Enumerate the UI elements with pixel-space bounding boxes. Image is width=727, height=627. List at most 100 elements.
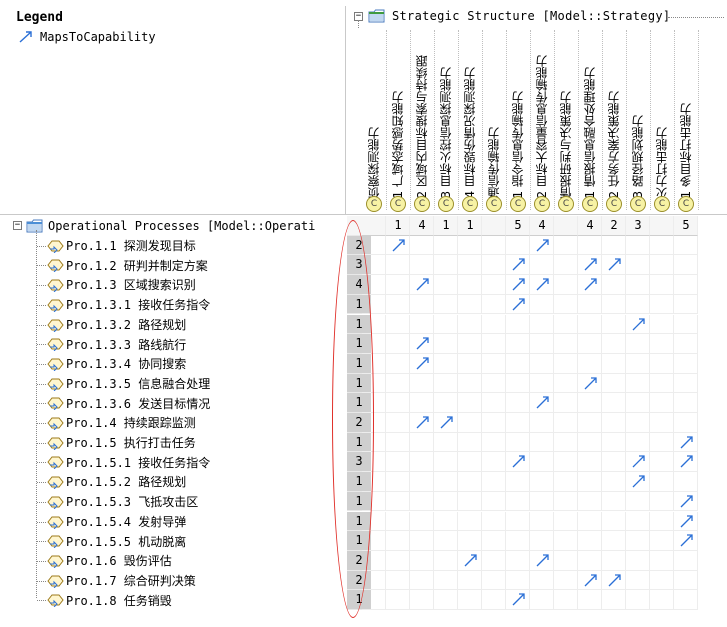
column-header-9[interactable]: 3 情报研判与决策能力 (554, 30, 579, 210)
matrix-cell[interactable] (362, 314, 386, 335)
matrix-cell[interactable] (482, 294, 506, 315)
matrix-cell[interactable] (578, 373, 602, 394)
matrix-cell[interactable] (530, 590, 554, 610)
matrix-cell[interactable] (434, 432, 458, 453)
matrix-cell[interactable] (362, 472, 386, 492)
matrix-cell[interactable] (626, 550, 650, 571)
matrix-cell[interactable] (458, 275, 482, 295)
matrix-cell[interactable] (434, 452, 458, 473)
matrix-cell[interactable] (458, 334, 482, 354)
matrix-cell[interactable] (386, 550, 410, 571)
matrix-cell[interactable] (578, 432, 602, 453)
matrix-cell[interactable] (434, 511, 458, 532)
matrix-cell[interactable] (458, 353, 482, 374)
matrix-cell[interactable] (458, 314, 482, 335)
table-row[interactable]: Pro.1.3.6 发送目标情况 1 (0, 393, 721, 413)
matrix-cell[interactable] (458, 491, 482, 512)
column-header-4[interactable]: 1.3 目标火控信息探测能力 (434, 30, 459, 210)
matrix-cell[interactable] (410, 511, 434, 532)
matrix-cell[interactable] (602, 570, 626, 591)
matrix-cell[interactable] (458, 452, 482, 473)
matrix-cell[interactable] (602, 472, 626, 492)
matrix-cell[interactable] (482, 373, 506, 394)
matrix-cell[interactable] (506, 334, 530, 354)
matrix-cell[interactable] (602, 275, 626, 295)
matrix-cell[interactable] (506, 472, 530, 492)
matrix-cell[interactable] (386, 275, 410, 295)
matrix-cell[interactable] (530, 255, 554, 276)
matrix-cell[interactable] (386, 334, 410, 354)
matrix-cell[interactable] (554, 570, 578, 591)
matrix-cell[interactable] (386, 452, 410, 473)
matrix-cell[interactable] (482, 275, 506, 295)
matrix-cell[interactable] (650, 255, 674, 276)
matrix-cell[interactable] (434, 334, 458, 354)
matrix-cell[interactable] (506, 373, 530, 394)
matrix-cell[interactable] (530, 491, 554, 512)
matrix-cell[interactable] (482, 590, 506, 610)
column-header-2[interactable]: 1.1 广域态势感知能力 (386, 30, 411, 210)
matrix-cell[interactable] (626, 531, 650, 551)
matrix-cell[interactable] (386, 255, 410, 276)
matrix-cell[interactable] (410, 314, 434, 335)
matrix-cell[interactable] (650, 294, 674, 315)
table-row[interactable]: Pro.1.5 执行打击任务 1 (0, 432, 721, 453)
matrix-cell[interactable] (650, 275, 674, 295)
matrix-cell[interactable] (650, 511, 674, 532)
matrix-cell[interactable] (386, 235, 410, 256)
matrix-cell[interactable] (482, 393, 506, 413)
matrix-cell[interactable] (410, 413, 434, 433)
matrix-cell[interactable] (602, 550, 626, 571)
matrix-cell[interactable] (410, 334, 434, 354)
matrix-cell[interactable] (434, 491, 458, 512)
matrix-cell[interactable] (458, 393, 482, 413)
row-collapse-toggle[interactable]: − (13, 221, 22, 230)
matrix-cell[interactable] (386, 590, 410, 610)
matrix-cell[interactable] (602, 491, 626, 512)
matrix-cell[interactable] (362, 393, 386, 413)
matrix-cell[interactable] (506, 255, 530, 276)
matrix-cell[interactable] (530, 334, 554, 354)
matrix-cell[interactable] (674, 353, 698, 374)
matrix-cell[interactable] (482, 353, 506, 374)
matrix-cell[interactable] (434, 353, 458, 374)
matrix-cell[interactable] (602, 353, 626, 374)
matrix-cell[interactable] (458, 570, 482, 591)
column-tree-root[interactable]: − Strategic Structure [Model::Strategy] (346, 6, 727, 28)
matrix-cell[interactable] (554, 334, 578, 354)
matrix-cell[interactable] (482, 432, 506, 453)
matrix-cell[interactable] (602, 590, 626, 610)
matrix-cell[interactable] (650, 491, 674, 512)
matrix-cell[interactable] (482, 531, 506, 551)
matrix-cell[interactable] (650, 413, 674, 433)
matrix-cell[interactable] (530, 275, 554, 295)
matrix-cell[interactable] (410, 472, 434, 492)
matrix-cell[interactable] (578, 334, 602, 354)
matrix-cell[interactable] (650, 334, 674, 354)
matrix-cell[interactable] (410, 373, 434, 394)
matrix-cell[interactable] (626, 511, 650, 532)
matrix-cell[interactable] (626, 570, 650, 591)
matrix-cell[interactable] (458, 413, 482, 433)
matrix-cell[interactable] (434, 590, 458, 610)
matrix-cell[interactable] (386, 393, 410, 413)
matrix-cell[interactable] (626, 275, 650, 295)
matrix-cell[interactable] (626, 432, 650, 453)
matrix-cell[interactable] (458, 531, 482, 551)
column-header-8[interactable]: 2.2 目标大容量信息传输能力 (530, 30, 555, 210)
matrix-cell[interactable] (434, 294, 458, 315)
matrix-cell[interactable] (530, 550, 554, 571)
matrix-cell[interactable] (530, 511, 554, 532)
matrix-cell[interactable] (554, 550, 578, 571)
matrix-cell[interactable] (554, 531, 578, 551)
matrix-cell[interactable] (554, 393, 578, 413)
matrix-cell[interactable] (482, 491, 506, 512)
matrix-cell[interactable] (554, 373, 578, 394)
matrix-cell[interactable] (386, 314, 410, 335)
matrix-cell[interactable] (602, 294, 626, 315)
matrix-cell[interactable] (578, 275, 602, 295)
matrix-cell[interactable] (506, 570, 530, 591)
matrix-cell[interactable] (674, 373, 698, 394)
table-row[interactable]: Pro.1.5.5 机动脱离 1 (0, 531, 721, 551)
matrix-cell[interactable] (602, 432, 626, 453)
